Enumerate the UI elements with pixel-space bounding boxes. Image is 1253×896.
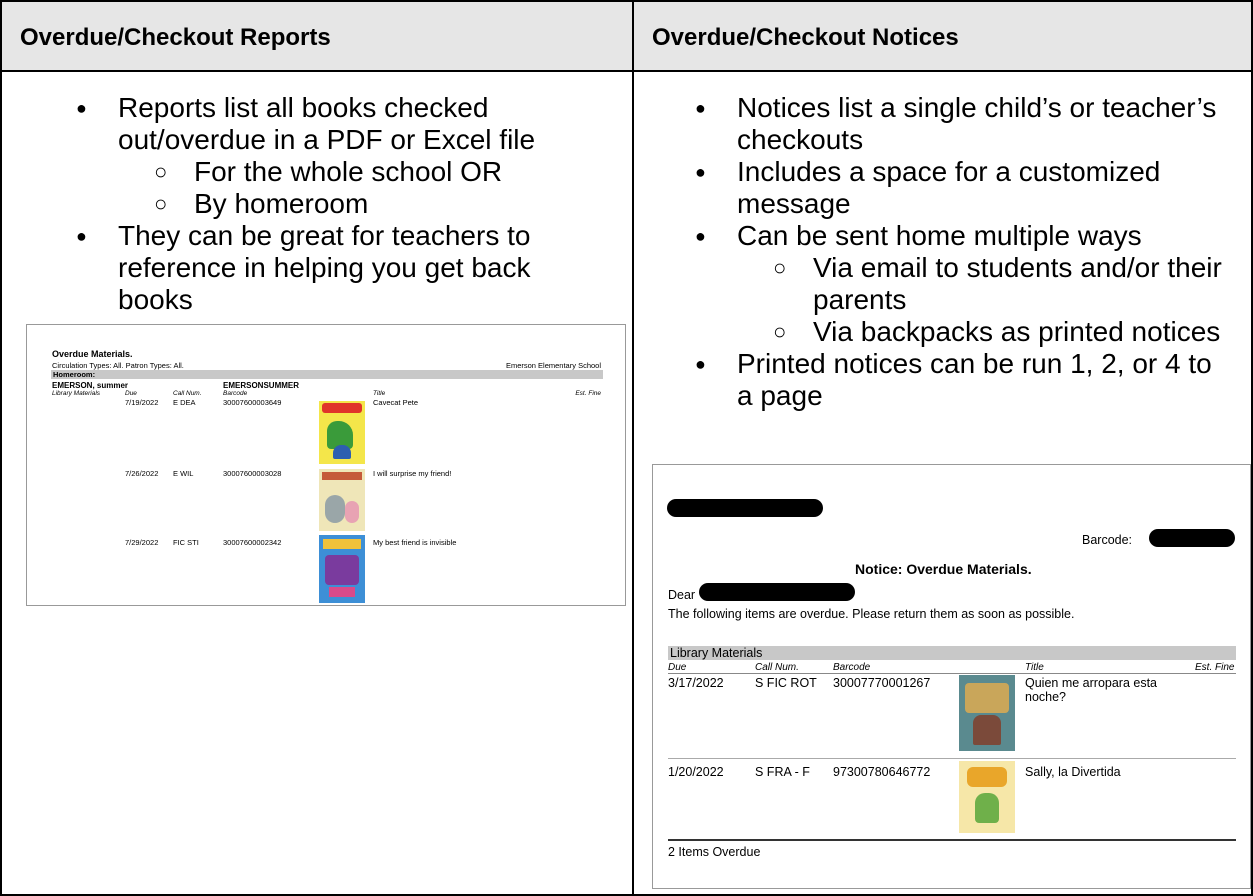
report-row-due: 7/19/2022 <box>125 398 159 407</box>
notice-row-due: 3/17/2022 <box>668 676 724 690</box>
notice-col-fine: Est. Fine <box>1195 662 1235 673</box>
notice-title: Notice: Overdue Materials. <box>855 561 1032 577</box>
right-heading: Overdue/Checkout Notices <box>652 24 959 51</box>
book-cover-pete-the-cat <box>319 401 365 464</box>
report-col-call: Call Num. <box>173 390 202 397</box>
overdue-notice-image: Barcode: Notice: Overdue Materials. Dear… <box>652 464 1251 889</box>
report-row-barcode: 30007600003028 <box>223 469 282 478</box>
report-title: Overdue Materials. <box>52 349 133 359</box>
comparison-table: Overdue/Checkout Reports Overdue/Checkou… <box>0 0 1253 896</box>
report-col-barcode: Barcode <box>223 390 248 397</box>
list-item: Notices list a single child’s or teacher… <box>689 92 1229 156</box>
divider <box>668 758 1236 759</box>
report-homeroom-band: Homeroom: <box>51 370 603 379</box>
notice-row-due: 1/20/2022 <box>668 765 724 779</box>
list-item: Via email to students and/or their paren… <box>767 252 1229 316</box>
notice-col-title: Title <box>1025 662 1044 673</box>
report-row-call: E WIL <box>173 469 194 478</box>
list-item: For the whole school OR <box>148 156 610 188</box>
report-patron: EMERSON, summer <box>52 381 129 390</box>
notice-row-barcode: 97300780646772 <box>833 765 931 779</box>
notice-row-barcode: 30007770001267 <box>833 676 931 690</box>
book-cover-invisible-friend <box>319 535 365 603</box>
list-item: Reports list all books checked out/overd… <box>70 92 610 220</box>
notice-barcode-label: Barcode: <box>1082 533 1133 547</box>
notice-dear: Dear <box>668 588 696 602</box>
sub-bullet-list: Via email to students and/or their paren… <box>767 252 1229 348</box>
right-bullet-list: Notices list a single child’s or teacher… <box>689 92 1229 412</box>
left-bullet-list: Reports list all books checked out/overd… <box>70 92 610 316</box>
notice-row-call: S FIC ROT <box>755 676 817 690</box>
report-row-title: Cavecat Pete <box>373 398 419 407</box>
report-col-type: Library Materials <box>52 390 101 397</box>
overdue-report-image: Overdue Materials. Circulation Types: Al… <box>26 324 626 606</box>
notice-footer: 2 Items Overdue <box>668 845 761 859</box>
list-item: Via backpacks as printed notices <box>767 316 1229 348</box>
notice-col-call: Call Num. <box>755 662 799 673</box>
list-item: Printed notices can be run 1, 2, or 4 to… <box>689 348 1229 412</box>
sub-bullet-list: For the whole school OR By homeroom <box>148 156 610 220</box>
left-heading: Overdue/Checkout Reports <box>20 24 331 51</box>
divider <box>668 839 1236 841</box>
report-row-due: 7/29/2022 <box>125 538 159 547</box>
notice-row-title: Sally, la Divertida <box>1025 765 1121 779</box>
left-content-cell: Reports list all books checked out/overd… <box>0 70 634 896</box>
notice-message: The following items are overdue. Please … <box>668 607 1075 621</box>
redacted-barcode <box>1149 529 1235 547</box>
report-row-title: I will surprise my friend! <box>373 469 452 478</box>
left-header-cell: Overdue/Checkout Reports <box>0 0 634 72</box>
report-col-due: Due <box>125 390 137 397</box>
report-filters: Circulation Types: All. Patron Types: Al… <box>52 361 184 370</box>
book-cover-sally-la-divertida <box>959 761 1015 833</box>
report-col-fine: Est. Fine <box>575 390 601 397</box>
list-item: Includes a space for a customized messag… <box>689 156 1229 220</box>
notice-col-due: Due <box>668 662 687 673</box>
report-row-call: FIC STI <box>173 538 199 547</box>
report-row-title: My best friend is invisible <box>373 538 457 547</box>
book-cover-elephant-piggie <box>319 469 365 531</box>
book-cover-quien-me-arropara <box>959 675 1015 751</box>
list-item: Can be sent home multiple ways Via email… <box>689 220 1229 348</box>
notice-band: Library Materials <box>668 646 1236 660</box>
report-row-call: E DEA <box>173 398 196 407</box>
report-row-due: 7/26/2022 <box>125 469 159 478</box>
report-school: Emerson Elementary School <box>505 361 601 370</box>
report-row-barcode: 30007600002342 <box>223 538 282 547</box>
notice-row-call: S FRA - F <box>755 765 810 779</box>
list-item: They can be great for teachers to refere… <box>70 220 610 316</box>
notice-row-title: Quien me arropara esta noche? <box>1025 676 1158 704</box>
redacted-name <box>667 499 823 517</box>
redacted-recipient <box>699 583 855 601</box>
list-item: By homeroom <box>148 188 610 220</box>
right-header-cell: Overdue/Checkout Notices <box>632 0 1253 72</box>
notice-col-barcode: Barcode <box>833 662 871 673</box>
report-row-barcode: 30007600003649 <box>223 398 282 407</box>
report-patron-id: EMERSONSUMMER <box>223 381 300 390</box>
right-content-cell: Notices list a single child’s or teacher… <box>632 70 1253 896</box>
report-col-title: Title <box>373 390 386 397</box>
divider <box>668 673 1236 674</box>
